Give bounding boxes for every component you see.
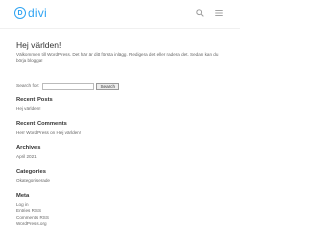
widget-title: Categories [16, 169, 46, 175]
post-body: Välkommen till WordPress. Det här är dit… [16, 52, 219, 64]
list-item: Hej världen! [16, 106, 216, 112]
widget-meta: Meta Log in Entries RSS Comments RSS Wor… [16, 193, 216, 228]
widget-categories: Categories Okategoriserade [16, 169, 216, 184]
post-content: Hej världen! Välkommen till WordPress. D… [16, 40, 226, 64]
widget-recent-comments: Recent Comments Herr WordPress on Hej vä… [16, 121, 216, 136]
list-item: WordPress.org [16, 221, 216, 227]
logo-mark-letter: D [17, 9, 23, 17]
logo-mark: D [14, 7, 26, 19]
meta-wordpress-link[interactable]: WordPress.org [16, 221, 47, 226]
widget-recent-posts: Recent Posts Hej världen! [16, 97, 216, 112]
hamburger-menu-icon[interactable] [215, 10, 223, 16]
widget-title: Recent Posts [16, 97, 53, 103]
logo-text: divi [28, 6, 47, 20]
search-input[interactable] [42, 82, 95, 90]
meta-login-link[interactable]: Log in [16, 202, 29, 207]
meta-entries-rss-link[interactable]: Entries RSS [16, 208, 41, 213]
widget-title: Recent Comments [16, 121, 67, 127]
archive-link[interactable]: April 2021 [16, 154, 37, 159]
meta-comments-rss-link[interactable]: Comments RSS [16, 215, 49, 220]
widget-archives: Archives April 2021 [16, 145, 216, 160]
widget-title: Meta [16, 193, 30, 199]
widget-title: Archives [16, 145, 41, 151]
post-title[interactable]: Hej världen! [16, 40, 226, 50]
recent-post-link[interactable]: Hej världen! [16, 106, 41, 111]
search-label: Search for: [16, 83, 40, 89]
search-icon[interactable] [196, 9, 204, 17]
site-header: D divi [0, 0, 240, 28]
list-item: April 2021 [16, 154, 216, 160]
list-item: Herr WordPress on Hej världen! [16, 130, 216, 136]
category-link[interactable]: Okategoriserade [16, 178, 50, 183]
search-form: Search for: Search [16, 82, 120, 90]
site-logo[interactable]: D divi [14, 6, 47, 20]
list-item: Okategoriserade [16, 178, 216, 184]
search-button[interactable]: Search [96, 82, 120, 90]
recent-comment-link[interactable]: Herr WordPress on Hej världen! [16, 130, 81, 135]
